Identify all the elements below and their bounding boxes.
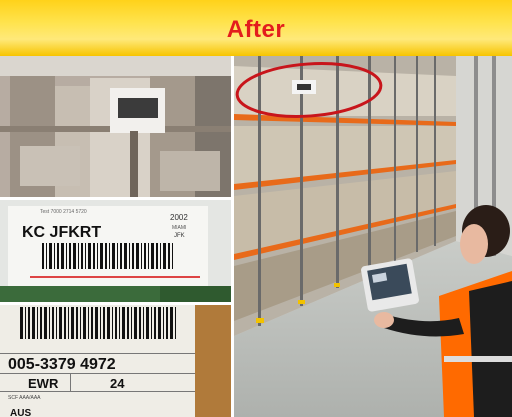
label-large-pieces: 24 — [110, 376, 125, 391]
label-small-header: Test 7000 2714 5720 — [40, 209, 87, 215]
banner-title: After — [226, 16, 286, 43]
label-small-side-mid: MIAMI — [172, 225, 186, 231]
warehouse-aisle-photo — [234, 56, 512, 417]
label-large-dest: EWR — [28, 376, 59, 391]
shipping-label-large: 005-3379 4972 EWR 24 SCF AAA/AAA AUS — [0, 305, 231, 417]
label-large-awb: 005-3379 4972 — [8, 356, 116, 373]
label-small-drawing: Test 7000 2714 5720 KC JFKRT 2002 MIAMI … — [0, 200, 231, 302]
label-small-side-top: 2002 — [170, 213, 188, 222]
rack-closeup-photo — [0, 56, 231, 197]
label-large-line: SCF AAA/AAA — [8, 395, 41, 401]
label-small-code: KC JFKRT — [22, 224, 101, 241]
shipping-label-small: Test 7000 2714 5720 KC JFKRT 2002 MIAMI … — [0, 200, 231, 302]
label-large-footer: AUS — [10, 408, 31, 417]
title-banner: After — [0, 0, 512, 56]
label-large-drawing: 005-3379 4972 EWR 24 SCF AAA/AAA AUS — [0, 305, 231, 417]
label-small-side-bot: JFK — [174, 233, 185, 239]
handheld-tablet — [361, 258, 419, 312]
